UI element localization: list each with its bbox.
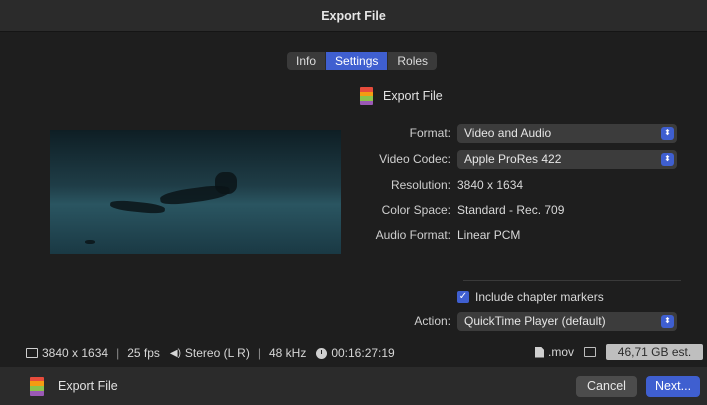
chevron-updown-icon: ⬍ [661,314,674,328]
chevron-updown-icon: ⬍ [661,152,674,166]
size-estimate-badge: 46,71 GB est. [606,344,703,360]
final-cut-export-icon [30,376,44,396]
tab-info[interactable]: Info [287,52,325,70]
audio-format-row: Audio Format: Linear PCM [340,225,685,245]
monitor-icon [584,347,596,357]
chevron-updown-icon: ⬍ [661,126,674,140]
frame-icon [26,348,38,358]
final-cut-export-icon [360,87,373,105]
chapter-markers-label: Include chapter markers [475,290,604,304]
video-codec-label: Video Codec: [379,152,451,166]
audio-format-value: Linear PCM [457,228,521,242]
resolution-row: Resolution: 3840 x 1634 [340,175,685,195]
export-dialog: Info Settings Roles Export File Format: … [0,32,707,367]
divider [463,280,681,281]
speaker-icon: ◀) [169,347,181,359]
file-type-stat: .mov [534,345,574,359]
video-preview [50,130,341,254]
window-title: Export File [321,8,386,23]
video-codec-value: Apple ProRes 422 [464,152,562,166]
clock-icon [316,347,328,359]
title-bar: Export File [0,0,707,32]
status-audio-channels: Stereo (L R) [184,346,250,360]
video-codec-select[interactable]: Apple ProRes 422 ⬍ [457,149,677,169]
resolution-label: Resolution: [390,178,451,192]
color-space-value: Standard - Rec. 709 [457,203,565,217]
cancel-button[interactable]: Cancel [576,376,637,397]
resolution-value: 3840 x 1634 [457,178,524,192]
status-duration: 00:16:27:19 [331,346,395,360]
video-codec-row: Video Codec: Apple ProRes 422 ⬍ [340,149,685,169]
action-select[interactable]: QuickTime Player (default) ⬍ [457,311,677,331]
color-space-label: Color Space: [381,203,451,217]
tab-settings[interactable]: Settings [325,52,388,70]
status-fps: 25 fps [127,346,160,360]
format-label: Format: [409,126,451,140]
tab-bar: Info Settings Roles [287,52,438,70]
export-header-label: Export File [383,89,443,103]
status-extension: .mov [547,345,574,359]
action-label: Action: [414,314,451,328]
format-select[interactable]: Video and Audio ⬍ [457,123,677,143]
document-icon [534,346,544,358]
color-space-row: Color Space: Standard - Rec. 709 [340,200,685,220]
chapter-markers-row: ✓ Include chapter markers [340,287,685,307]
status-bar: 3840 x 1634 | 25 fps ◀) Stereo (L R) | 4… [0,340,707,366]
action-row: Action: QuickTime Player (default) ⬍ [340,311,685,331]
action-value: QuickTime Player (default) [464,314,606,328]
audio-format-label: Audio Format: [375,228,451,242]
output-stats: .mov 46,71 GB est. [534,344,703,360]
resolution-stat: 3840 x 1634 | 25 fps [26,346,160,360]
audio-stat: ◀) Stereo (L R) | 48 kHz [169,346,307,360]
export-header: Export File [360,87,443,105]
checkmark-icon: ✓ [457,291,469,303]
format-row: Format: Video and Audio ⬍ [340,123,685,143]
chapter-markers-checkbox[interactable]: ✓ Include chapter markers [457,290,604,304]
status-sample-rate: 48 kHz [268,346,307,360]
duration-stat: 00:16:27:19 [316,346,395,360]
status-resolution: 3840 x 1634 [42,346,109,360]
footer-bar: Export File Cancel Next... [0,367,707,405]
format-value: Video and Audio [464,126,552,140]
tab-roles[interactable]: Roles [387,52,437,70]
footer-label: Export File [58,379,118,393]
next-button[interactable]: Next... [646,376,700,397]
